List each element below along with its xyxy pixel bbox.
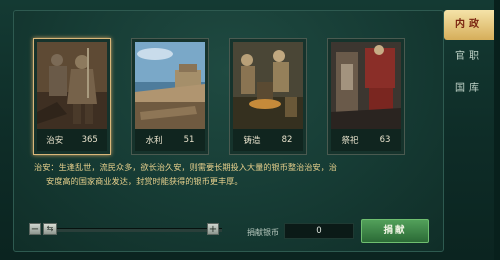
card-public-order[interactable]: 治安 365: [33, 38, 111, 155]
donate-silver-label: 捐献银币: [247, 228, 279, 237]
slider-handle[interactable]: ⇆: [43, 223, 57, 235]
tab-official-posts[interactable]: 官职: [444, 42, 494, 72]
public-order-artwork: [37, 42, 107, 129]
casting-artwork: [233, 42, 303, 129]
slider-track[interactable]: [57, 228, 222, 232]
card-caption: 铸造 82: [233, 129, 303, 151]
donate-amount-field[interactable]: 0: [284, 223, 354, 239]
sacrifice-artwork: [331, 42, 401, 129]
card-title: 铸造: [243, 136, 261, 146]
card-caption: 水利 51: [135, 129, 205, 151]
card-caption: 祭祀 63: [331, 129, 401, 151]
minus-button[interactable]: −: [29, 223, 41, 235]
card-value: 82: [281, 135, 293, 145]
card-water-conservancy[interactable]: 水利 51: [131, 38, 209, 155]
card-title: 治安: [46, 136, 64, 146]
donate-button[interactable]: 捐献: [361, 219, 429, 243]
donation-slider: − ⇆ +: [29, 223, 222, 237]
tab-domestic-affairs[interactable]: 内政: [444, 10, 494, 40]
card-sacrifice[interactable]: 祭祀 63: [327, 38, 405, 155]
card-title: 水利: [145, 136, 163, 146]
description-line-2: 安度高的国家商业发达，封赏时能获得的银币更丰厚。: [46, 176, 243, 186]
description-line-1: 治安：生逢乱世，流民众多，欲长治久安，则需要长期投入大量的银币整治治安，治: [34, 162, 337, 172]
side-tab-bar: 内政 官职 国库: [444, 10, 494, 250]
card-value: 51: [183, 135, 195, 145]
domestic-affairs-panel: 治安 365 水利 51 铸造 82 祭祀 63 治安：生逢乱世，流民众多，欲长…: [13, 10, 444, 252]
plus-button[interactable]: +: [207, 223, 219, 235]
card-value: 63: [379, 135, 391, 145]
card-casting[interactable]: 铸造 82: [229, 38, 307, 155]
window-border: [494, 0, 500, 260]
tab-treasury[interactable]: 国库: [444, 74, 494, 104]
description-text: 治安：生逢乱世，流民众多，欲长治久安，则需要长期投入大量的银币整治治安，治 安度…: [34, 160, 379, 188]
card-title: 祭祀: [341, 136, 359, 146]
game-window: 治安 365 水利 51 铸造 82 祭祀 63 治安：生逢乱世，流民众多，欲长…: [0, 0, 500, 260]
water-conservancy-artwork: [135, 42, 205, 129]
card-value: 365: [81, 135, 98, 145]
card-caption: 治安 365: [37, 129, 107, 151]
